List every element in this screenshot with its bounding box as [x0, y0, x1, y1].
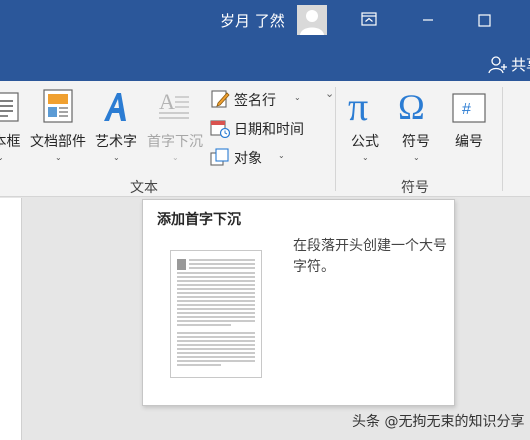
wordart-label: 艺术字 [95, 134, 137, 150]
symbols-group-label: 符号 [401, 180, 429, 196]
minimize-icon [423, 19, 433, 21]
chevron-down-icon: ⌄ [294, 93, 301, 102]
svg-text:Ω: Ω [398, 87, 425, 125]
number-label: 编号 [455, 134, 483, 150]
equation-icon: π [348, 87, 368, 125]
avatar[interactable] [297, 5, 327, 35]
maximize-icon [478, 14, 491, 27]
tooltip-description: 在段落开头创建一个大号字符。 [293, 238, 447, 275]
number-icon: # [452, 93, 486, 123]
date-time-icon [210, 120, 230, 138]
date-time-button[interactable]: 日期和时间 [210, 118, 320, 140]
ribbon-display-options-button[interactable] [346, 4, 392, 36]
symbol-label: 符号 [402, 134, 430, 150]
watermark: 头条 @无拘无束的知识分享 [352, 414, 525, 430]
maximize-button[interactable] [461, 4, 507, 36]
drop-cap-icon: A [159, 89, 189, 119]
text-box-button[interactable]: 文本框 ⌄ [0, 81, 22, 171]
chevron-down-icon: ⌄ [413, 153, 420, 162]
number-button[interactable]: # 编号 [446, 81, 492, 171]
text-box-icon [0, 92, 19, 122]
group-separator [335, 87, 336, 191]
chevron-down-icon: ⌄ [362, 153, 369, 162]
text-box-label: 文本框 [0, 134, 21, 150]
title-bar: 岁月 了然 共享 [0, 0, 530, 81]
ribbon-display-icon [361, 12, 377, 26]
quick-parts-button[interactable]: 文档部件 ⌄ [27, 81, 89, 171]
share-label: 共享 [511, 56, 530, 74]
chevron-down-icon: ⌄ [113, 153, 120, 162]
date-time-label: 日期和时间 [234, 122, 304, 138]
document-page[interactable] [0, 198, 22, 440]
signature-line-button[interactable]: 签名行 ⌄ [210, 89, 320, 111]
drop-cap-tooltip: 添加首字下沉 在段落开头创建一个大号字符。 [142, 199, 455, 406]
chevron-down-icon: ⌄ [0, 153, 4, 162]
chevron-down-icon: ⌄ [278, 151, 285, 160]
wordart-button[interactable]: 艺术字 ⌄ [91, 81, 141, 171]
text-group-label: 文本 [130, 180, 158, 196]
user-name[interactable]: 岁月 了然 [220, 10, 285, 31]
svg-text:A: A [159, 89, 175, 114]
quick-parts-label: 文档部件 [30, 134, 86, 150]
signature-line-icon [211, 90, 230, 108]
ribbon: 文本框 ⌄ 文档部件 ⌄ 艺术字 ⌄ A 首字下沉 [0, 81, 530, 197]
equation-button[interactable]: π 公式 ⌄ [342, 81, 388, 171]
wordart-icon [104, 93, 126, 121]
svg-text:#: # [462, 101, 471, 118]
minimize-button[interactable] [405, 4, 451, 36]
drop-cap-preview-image [170, 250, 262, 378]
object-button[interactable]: 对象 ⌄ [210, 147, 320, 169]
symbol-button[interactable]: Ω 符号 ⌄ [393, 81, 439, 171]
group-scroll-chevron-icon: ⌄ [325, 87, 335, 100]
chevron-down-icon: ⌄ [55, 153, 62, 162]
signature-line-label: 签名行 [234, 93, 276, 109]
object-icon [210, 148, 229, 166]
drop-cap-button[interactable]: A 首字下沉 ⌄ [143, 81, 207, 171]
object-label: 对象 [234, 151, 262, 167]
drop-cap-label: 首字下沉 [147, 134, 203, 150]
tooltip-title: 添加首字下沉 [157, 212, 241, 228]
quick-parts-icon [43, 89, 73, 123]
symbol-icon: Ω [398, 87, 425, 125]
share-person-icon [488, 56, 507, 74]
equation-label: 公式 [351, 134, 379, 150]
group-separator [502, 87, 503, 191]
chevron-down-icon: ⌄ [172, 153, 179, 162]
svg-text:π: π [348, 87, 368, 125]
